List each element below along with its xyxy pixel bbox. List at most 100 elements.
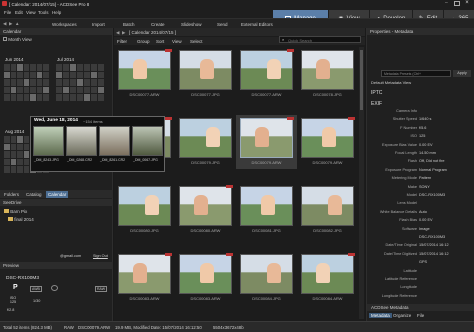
iptc-section[interactable]: IPTC	[371, 90, 382, 96]
calendar-day-cell[interactable]	[17, 143, 23, 150]
import-button[interactable]: Import	[92, 22, 105, 27]
calendar-day-cell[interactable]	[23, 64, 29, 71]
slideshow-button[interactable]: Slideshow	[181, 22, 202, 27]
calendar-day-cell[interactable]	[4, 71, 10, 78]
calendar-day-cell[interactable]	[23, 143, 29, 150]
calendar-day-cell[interactable]	[23, 151, 29, 158]
calendar-day-cell[interactable]	[84, 86, 90, 93]
thumbnail-item[interactable]: DSC00082.JPG	[297, 183, 358, 237]
calendar-day-cell[interactable]	[77, 94, 83, 101]
calendar-day-cell[interactable]	[91, 71, 97, 78]
calendar-day-cell[interactable]	[10, 143, 16, 150]
maximize-button[interactable]	[454, 1, 460, 6]
calendar-day-cell[interactable]	[23, 79, 29, 86]
seedrive-item[interactable]: Barn Pix	[4, 209, 109, 216]
thumbnail-item[interactable]: DSC00083.ARW	[175, 251, 236, 305]
exif-value[interactable]: Image	[419, 227, 430, 231]
calendar-day-cell[interactable]	[10, 166, 16, 173]
calendar-day-cell[interactable]	[17, 158, 23, 165]
sort-button[interactable]: Sort	[156, 39, 164, 44]
forward-icon[interactable]: ▶	[122, 30, 125, 36]
quick-search-box[interactable]: ⌕ Quick Search	[279, 36, 361, 43]
exif-value[interactable]: DSC-RX100M3	[419, 193, 445, 197]
send-button[interactable]: Send	[217, 22, 228, 27]
calendar-day-cell[interactable]	[36, 94, 42, 101]
thumbnail-item[interactable]: DSC00078.JPG	[297, 47, 358, 101]
exif-value[interactable]: Off, Did not fire	[419, 159, 444, 163]
exif-value[interactable]: SONY	[419, 185, 430, 189]
calendar-day-cell[interactable]	[56, 79, 62, 86]
forward-icon[interactable]: ▶	[9, 21, 12, 27]
filter-button[interactable]: Filter	[117, 39, 127, 44]
calendar-day-cell[interactable]	[70, 94, 76, 101]
calendar-day-cell[interactable]	[84, 64, 90, 71]
exif-section[interactable]: EXIF	[371, 101, 382, 107]
calendar-day-cell[interactable]	[98, 64, 104, 71]
thumbnail-item[interactable]: DSC00077.ARW	[236, 47, 297, 101]
calendar-day-cell[interactable]	[77, 86, 83, 93]
exif-value[interactable]: f/5.6	[419, 126, 426, 130]
tab-calendar[interactable]: Calendar	[46, 190, 69, 198]
calendar-day-cell[interactable]	[36, 79, 42, 86]
exif-value[interactable]: 14.50 mm	[419, 151, 436, 155]
thumbnail-item[interactable]: DSC00077.ARW	[114, 47, 175, 101]
calendar-day-cell[interactable]	[91, 86, 97, 93]
exif-value[interactable]: Pattern	[419, 176, 431, 180]
view-button[interactable]: View	[172, 39, 182, 44]
calendar-day-cell[interactable]	[10, 158, 16, 165]
calendar-day-cell[interactable]	[30, 79, 36, 86]
back-icon[interactable]: ◀	[116, 30, 119, 36]
calendar-day-cell[interactable]	[4, 79, 10, 86]
up-icon[interactable]: ▲	[15, 21, 19, 26]
calendar-day-cell[interactable]	[98, 86, 104, 93]
menu-edit[interactable]: Edit	[15, 10, 23, 15]
menu-help[interactable]: Help	[52, 10, 61, 15]
calendar-day-cell[interactable]	[10, 136, 16, 143]
calendar-day-cell[interactable]	[30, 94, 36, 101]
calendar-day-cell[interactable]	[43, 86, 49, 93]
calendar-day-cell[interactable]	[43, 79, 49, 86]
calendar-day-cell[interactable]	[63, 86, 69, 93]
thumbnail-item[interactable]: DSC00079.ARW	[236, 115, 297, 169]
calendar-day-cell[interactable]	[4, 166, 10, 173]
popup-thumb[interactable]	[99, 126, 130, 156]
calendar-day-cell[interactable]	[17, 86, 23, 93]
calendar-day-cell[interactable]	[23, 166, 29, 173]
calendar-day-cell[interactable]	[23, 94, 29, 101]
calendar-day-cell[interactable]	[4, 64, 10, 71]
menu-view[interactable]: View	[26, 10, 36, 15]
scroll-thumb[interactable]	[360, 50, 363, 110]
sign-out-link[interactable]: Sign Out	[93, 254, 108, 258]
calendar-day-cell[interactable]	[84, 94, 90, 101]
exif-value[interactable]: DSC-RX100M3	[419, 235, 445, 239]
metadata-preset-box[interactable]: Metadata Presets (Ctrl+	[381, 70, 451, 77]
calendar-day-cell[interactable]	[10, 64, 16, 71]
calendar-day-cell[interactable]	[17, 151, 23, 158]
menu-tools[interactable]: Tools	[38, 10, 49, 15]
calendar-day-cell[interactable]	[43, 94, 49, 101]
popup-thumb[interactable]	[33, 126, 64, 156]
batch-button[interactable]: Batch	[123, 22, 135, 27]
group-button[interactable]: Group	[137, 39, 150, 44]
thumbnail-item[interactable]: DSC00083.ARW	[114, 251, 175, 305]
calendar-day-cell[interactable]	[10, 151, 16, 158]
calendar-day-cell[interactable]	[56, 64, 62, 71]
acdsee-metadata-section[interactable]: ACDSee Metadata	[367, 304, 474, 311]
exif-value[interactable]: Auto	[419, 210, 427, 214]
calendar-day-cell[interactable]	[56, 71, 62, 78]
calendar-day-cell[interactable]	[63, 94, 69, 101]
apply-button[interactable]: Apply	[453, 70, 471, 77]
calendar-day-cell[interactable]	[10, 86, 16, 93]
calendar-day-cell[interactable]	[98, 94, 104, 101]
calendar-day-cell[interactable]	[10, 94, 16, 101]
exif-value[interactable]: 15/07/2014 16:12	[419, 252, 449, 256]
thumbnail-item[interactable]: DSC00079.JPG	[175, 115, 236, 169]
calendar-day-cell[interactable]	[10, 79, 16, 86]
calendar-day-cell[interactable]	[30, 64, 36, 71]
calendar-day-cell[interactable]	[98, 79, 104, 86]
calendar-day-cell[interactable]	[36, 86, 42, 93]
calendar-day-cell[interactable]	[43, 71, 49, 78]
calendar-day-cell[interactable]	[4, 151, 10, 158]
calendar-day-cell[interactable]	[56, 94, 62, 101]
create-button[interactable]: Create	[151, 22, 165, 27]
